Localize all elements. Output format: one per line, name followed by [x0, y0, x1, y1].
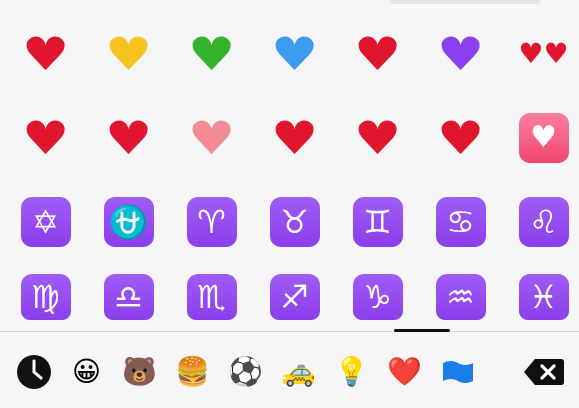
emoji-heart-decoration[interactable]: ♥ [502, 96, 579, 180]
emoji-beating-heart[interactable]: ♥ [4, 96, 87, 180]
pisces-tile: ♓ [518, 274, 569, 320]
emoji-grid: ♥ ♥ ♥ ♥ ♥ ♥ ♥♥ ♥ ♥ ♥ ♥ ♥ ♥ ♥ ✡ ⛎ ♈ ♉ ♊ ♋… [0, 12, 579, 330]
emoji-green-heart[interactable]: ♥ [170, 12, 253, 96]
sagittarius-tile: ♐ [269, 274, 320, 320]
taurus-tile: ♉ [269, 197, 320, 247]
emoji-sparkling-heart[interactable]: ♥ [336, 96, 419, 180]
category-divider [0, 331, 579, 332]
category-smileys-icon[interactable]: 😀 [64, 349, 109, 395]
ophiuchus-tile: ⛎ [103, 197, 154, 247]
backspace-icon [524, 359, 564, 385]
category-symbols-icon[interactable]: ❤️ [382, 349, 427, 395]
emoji-capricorn[interactable]: ♑ [336, 264, 419, 330]
emoji-heart-with-ribbon[interactable]: ♥ [419, 96, 502, 180]
emoji-leo[interactable]: ♌ [502, 180, 579, 264]
heart-decoration-tile: ♥ [518, 113, 569, 163]
aries-tile: ♈ [186, 197, 237, 247]
emoji-blue-heart[interactable]: ♥ [253, 12, 336, 96]
top-handle-strip [390, 0, 540, 4]
emoji-taurus[interactable]: ♉ [253, 180, 336, 264]
emoji-two-hearts[interactable]: ♥♥ [502, 12, 579, 96]
category-activity-icon[interactable]: ⚽ [223, 349, 268, 395]
delete-key[interactable] [521, 353, 567, 391]
emoji-revolving-hearts[interactable]: ♥ [87, 96, 170, 180]
flag-icon [442, 361, 473, 383]
emoji-red-heart[interactable]: ♥ [4, 12, 87, 96]
emoji-gemini[interactable]: ♊ [336, 180, 419, 264]
emoji-heart-with-arrow[interactable]: ♥ [253, 96, 336, 180]
emoji-aquarius[interactable]: ♒ [419, 264, 502, 330]
emoji-broken-heart[interactable]: ♥ [336, 12, 419, 96]
emoji-yellow-heart[interactable]: ♥ [87, 12, 170, 96]
gemini-tile: ♊ [352, 197, 403, 247]
emoji-cancer[interactable]: ♋ [419, 180, 502, 264]
category-objects-icon[interactable]: 💡 [329, 349, 374, 395]
emoji-ophiuchus[interactable]: ⛎ [87, 180, 170, 264]
category-flags-icon[interactable] [435, 349, 480, 395]
category-recent-clock-icon[interactable] [11, 349, 56, 395]
star-of-david-tile: ✡ [20, 197, 71, 247]
emoji-scorpio[interactable]: ♏ [170, 264, 253, 330]
emoji-purple-heart[interactable]: ♥ [419, 12, 502, 96]
scorpio-tile: ♏ [186, 274, 237, 320]
emoji-growing-heart[interactable]: ♥ [170, 96, 253, 180]
emoji-libra[interactable]: ♎ [87, 264, 170, 330]
category-bar: 😀 🐻 🍔 ⚽ 🚕 💡 ❤️ [0, 336, 579, 408]
aquarius-tile: ♒ [435, 274, 486, 320]
emoji-pisces[interactable]: ♓ [502, 264, 579, 330]
leo-tile: ♌ [518, 197, 569, 247]
category-animals-icon[interactable]: 🐻 [117, 349, 162, 395]
capricorn-tile: ♑ [352, 274, 403, 320]
emoji-sagittarius[interactable]: ♐ [253, 264, 336, 330]
emoji-star-of-david[interactable]: ✡ [4, 180, 87, 264]
emoji-virgo[interactable]: ♍ [4, 264, 87, 330]
category-travel-icon[interactable]: 🚕 [276, 349, 321, 395]
clock-icon [16, 355, 51, 389]
cancer-tile: ♋ [435, 197, 486, 247]
virgo-tile: ♍ [20, 274, 71, 320]
active-category-indicator [394, 329, 450, 332]
category-food-icon[interactable]: 🍔 [170, 349, 215, 395]
libra-tile: ♎ [103, 274, 154, 320]
emoji-aries[interactable]: ♈ [170, 180, 253, 264]
